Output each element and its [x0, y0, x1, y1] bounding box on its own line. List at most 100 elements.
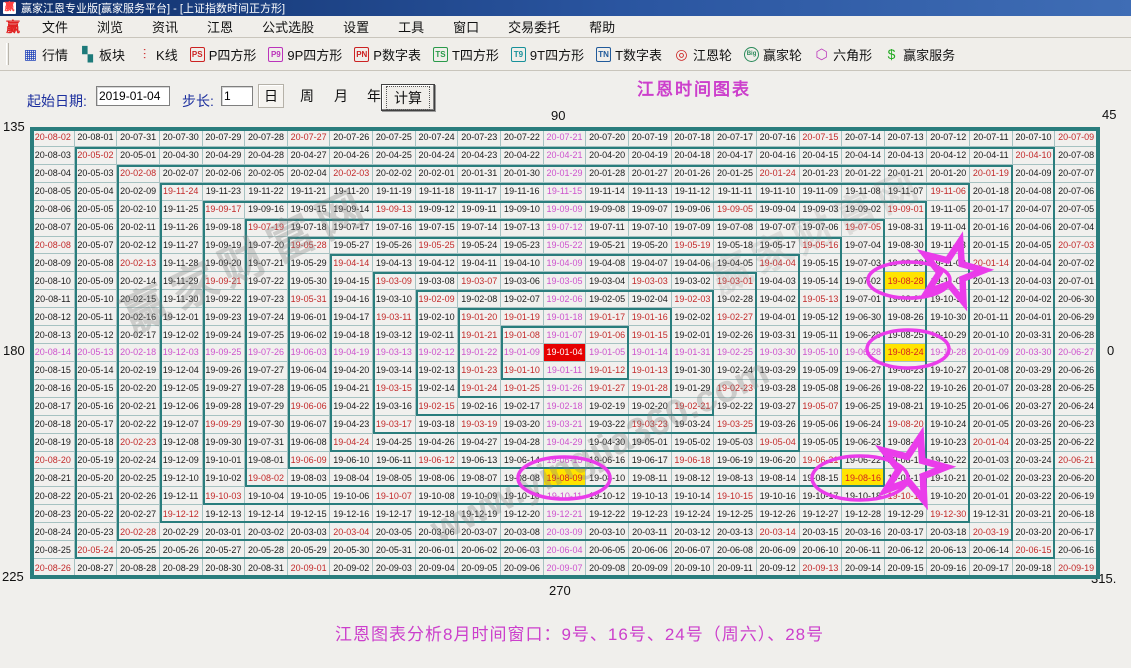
toolbar-button-winner-wheel[interactable]: Big赢家轮 — [738, 45, 808, 64]
date-cell: 19-06-20 — [757, 452, 800, 470]
date-cell: 20-07-08 — [1055, 147, 1098, 165]
toolbar-button-t-square[interactable]: TST四方形 — [427, 45, 505, 64]
date-cell: 19-07-08 — [714, 219, 757, 237]
date-cell: 19-11-14 — [586, 183, 629, 201]
angle-label-135: 135 — [3, 119, 25, 134]
menu-item-交易委托[interactable]: 交易委托 — [494, 17, 575, 36]
menu-item-公式选股[interactable]: 公式选股 — [248, 17, 329, 36]
date-cell: 19-02-05 — [586, 290, 629, 308]
date-cell: 19-11-10 — [757, 183, 800, 201]
date-cell: 20-05-16 — [75, 398, 118, 416]
date-cell: 20-06-22 — [1055, 434, 1098, 452]
date-cell: 20-08-16 — [32, 380, 75, 398]
toolbar-button-winner-service[interactable]: $赢家服务 — [878, 45, 961, 64]
date-cell: 19-09-20 — [203, 254, 246, 272]
date-cell: 20-02-07 — [160, 165, 203, 183]
date-cell: 20-01-29 — [544, 165, 587, 183]
date-cell: 20-08-09 — [32, 254, 75, 272]
date-cell: 19-07-15 — [416, 219, 459, 237]
date-cell: 20-01-15 — [970, 237, 1013, 255]
date-cell: 20-01-11 — [970, 308, 1013, 326]
calculate-button[interactable]: 计算 — [381, 84, 435, 111]
menu-item-帮助[interactable]: 帮助 — [575, 17, 630, 36]
period-button-月[interactable]: 月 — [328, 84, 354, 108]
date-cell: 20-08-08 — [32, 237, 75, 255]
toolbar-button-p-number-table[interactable]: PNP数字表 — [348, 45, 427, 64]
date-cell: 20-01-01 — [970, 487, 1013, 505]
date-cell: 20-05-10 — [75, 290, 118, 308]
date-cell: 19-07-17 — [330, 219, 373, 237]
date-cell: 19-02-14 — [416, 380, 459, 398]
date-cell: 19-09-27 — [203, 380, 246, 398]
date-cell: 19-03-13 — [373, 344, 416, 362]
date-cell: 20-01-21 — [885, 165, 928, 183]
date-cell: 20-07-23 — [458, 129, 501, 147]
toolbar-button-p-square[interactable]: PSP四方形 — [184, 45, 263, 64]
date-cell: 19-02-07 — [501, 290, 544, 308]
date-cell: 19-11-11 — [714, 183, 757, 201]
date-cell: 19-07-23 — [245, 290, 288, 308]
date-cell: 20-02-17 — [117, 326, 160, 344]
date-cell: 19-09-17 — [203, 201, 246, 219]
date-cell: 20-03-04 — [330, 523, 373, 541]
date-cell: 19-01-12 — [586, 362, 629, 380]
toolbar-grip[interactable] — [6, 43, 9, 65]
toolbar-button-kline[interactable]: ⫶K线 — [131, 45, 184, 64]
start-date-input[interactable] — [96, 86, 170, 106]
date-cell: 20-02-02 — [373, 165, 416, 183]
toolbar-button-9t-square[interactable]: T99T四方形 — [505, 45, 590, 64]
date-cell: 19-04-29 — [544, 434, 587, 452]
date-cell: 19-10-23 — [927, 434, 970, 452]
date-cell: 20-03-30 — [1013, 344, 1056, 362]
date-cell: 19-02-11 — [416, 326, 459, 344]
date-cell: 20-05-04 — [75, 183, 118, 201]
step-input[interactable] — [221, 86, 253, 106]
date-cell: 19-04-18 — [330, 326, 373, 344]
date-cell: 20-07-04 — [1055, 219, 1098, 237]
date-cell: 20-07-12 — [927, 129, 970, 147]
date-cell: 19-01-20 — [458, 308, 501, 326]
date-cell: 19-01-26 — [544, 380, 587, 398]
date-cell: 19-09-07 — [629, 201, 672, 219]
date-cell: 19-03-29 — [757, 362, 800, 380]
toolbar-button-t-number-table[interactable]: TNT数字表 — [590, 45, 668, 64]
toolbar-button-quotes[interactable]: ▦行情 — [17, 45, 74, 64]
date-cell: 20-07-16 — [757, 129, 800, 147]
toolbar-button-9p-square[interactable]: P99P四方形 — [262, 45, 348, 64]
date-cell: 19-08-09 — [544, 469, 587, 487]
period-button-日[interactable]: 日 — [258, 84, 284, 108]
menu-item-浏览[interactable]: 浏览 — [83, 17, 138, 36]
date-cell: 20-07-26 — [330, 129, 373, 147]
menu-item-窗口[interactable]: 窗口 — [439, 17, 494, 36]
date-cell: 19-05-18 — [714, 237, 757, 255]
date-cell: 19-02-04 — [629, 290, 672, 308]
date-cell: 20-03-28 — [1013, 380, 1056, 398]
date-cell: 19-10-14 — [672, 487, 715, 505]
date-cell: 19-05-10 — [800, 344, 843, 362]
date-cell: 20-01-22 — [842, 165, 885, 183]
date-cell: 20-06-21 — [1055, 452, 1098, 470]
date-cell: 20-05-29 — [288, 541, 331, 559]
menu-item-工具[interactable]: 工具 — [384, 17, 439, 36]
menu-item-文件[interactable]: 文件 — [28, 17, 83, 36]
date-cell: 20-03-08 — [501, 523, 544, 541]
date-cell: 20-01-03 — [970, 452, 1013, 470]
date-cell: 20-09-02 — [330, 559, 373, 577]
menu-item-设置[interactable]: 设置 — [329, 17, 384, 36]
date-cell: 19-11-03 — [927, 237, 970, 255]
date-cell: 19-06-04 — [288, 362, 331, 380]
toolbar-button-sectors[interactable]: ▚板块 — [74, 45, 131, 64]
app-logo-icon: 赢 — [3, 2, 16, 14]
date-cell: 19-09-09 — [544, 201, 587, 219]
date-cell: 20-07-24 — [416, 129, 459, 147]
period-button-周[interactable]: 周 — [294, 84, 320, 108]
date-cell: 19-08-13 — [714, 469, 757, 487]
toolbar-button-hexagon[interactable]: ⬡六角形 — [808, 45, 878, 64]
toolbar-button-gann-wheel[interactable]: ◎江恩轮 — [668, 45, 738, 64]
date-cell: 20-06-13 — [927, 541, 970, 559]
date-cell: 20-01-06 — [970, 398, 1013, 416]
menu-item-资讯[interactable]: 资讯 — [138, 17, 193, 36]
date-cell: 19-08-04 — [330, 469, 373, 487]
menu-item-江恩[interactable]: 江恩 — [193, 17, 248, 36]
date-cell: 19-02-10 — [416, 308, 459, 326]
